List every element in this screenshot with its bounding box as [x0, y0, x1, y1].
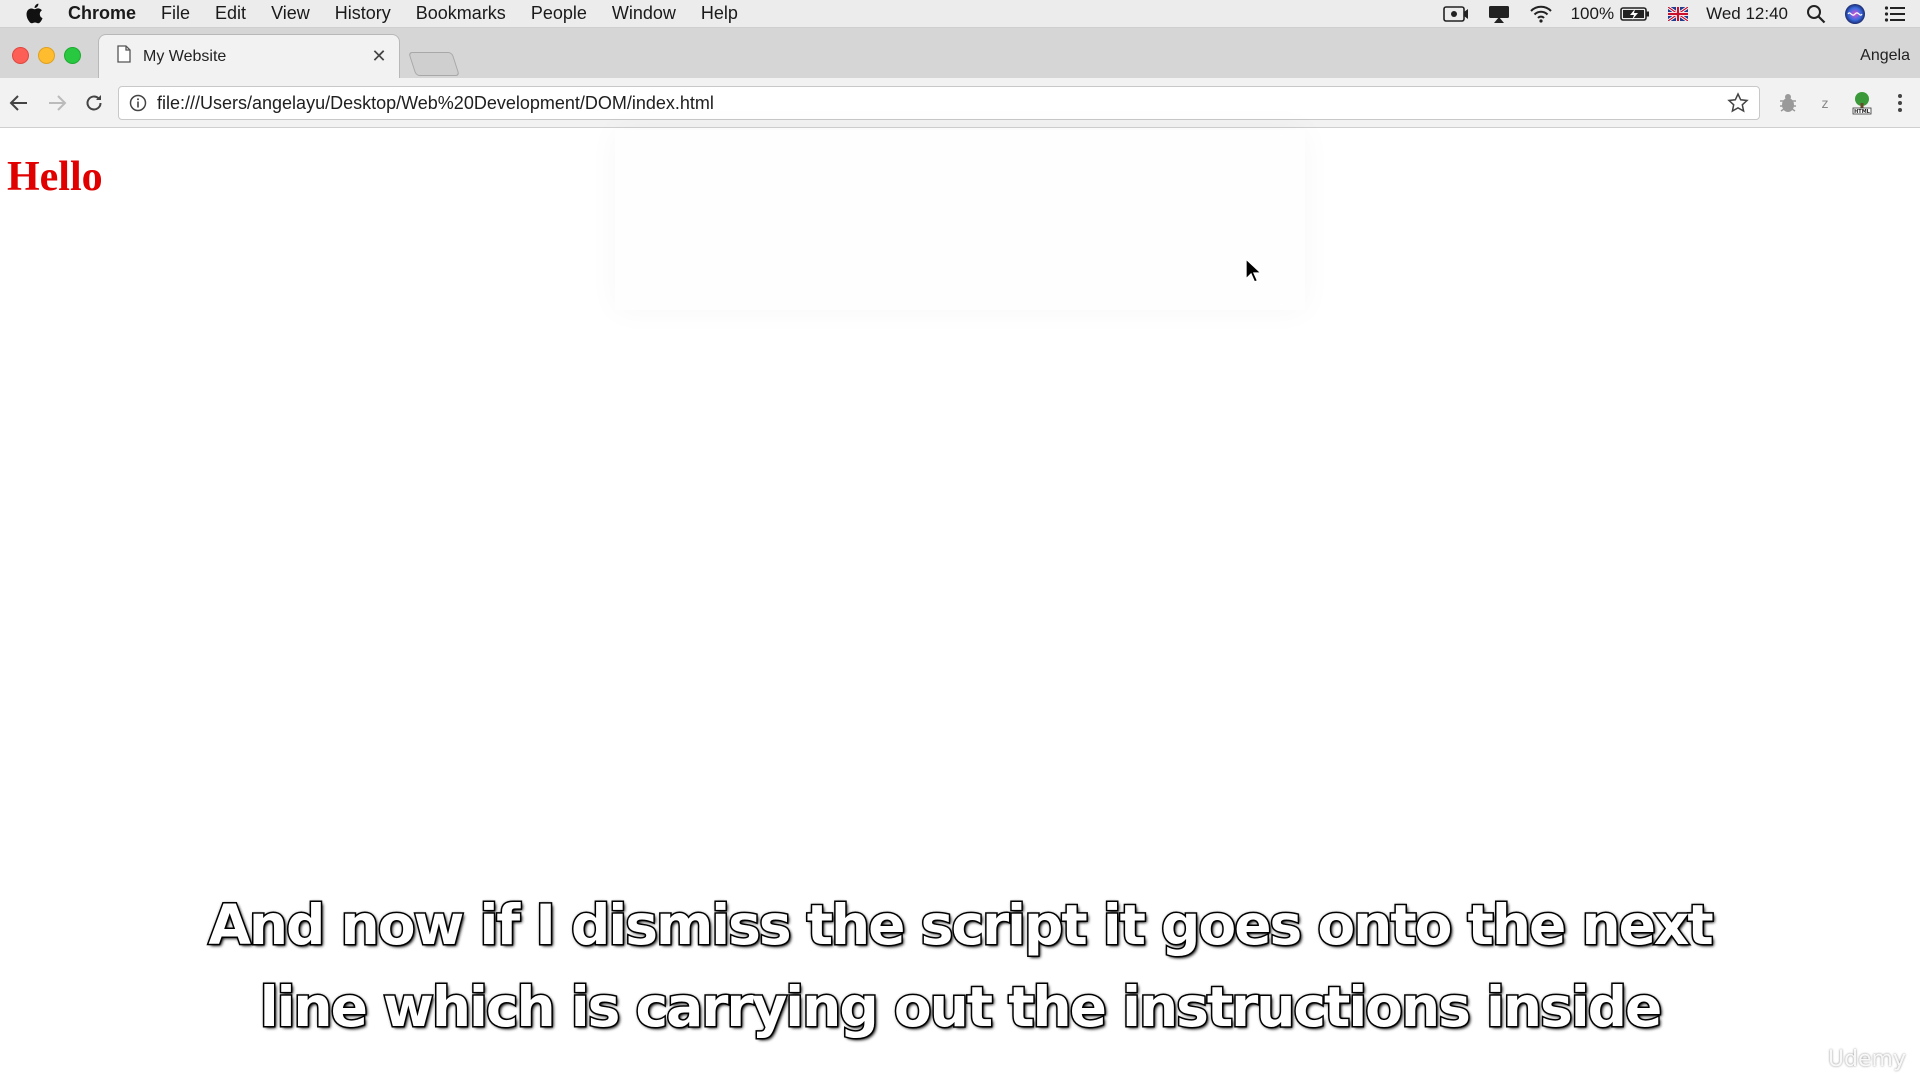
- wifi-icon[interactable]: [1529, 5, 1553, 23]
- window-zoom-button[interactable]: [64, 47, 81, 64]
- back-arrow-icon[interactable]: [6, 90, 32, 116]
- battery-percent: 100%: [1570, 4, 1615, 23]
- screen-record-icon[interactable]: [1442, 5, 1469, 23]
- menu-help[interactable]: Help: [701, 3, 738, 24]
- bug-extension-icon[interactable]: [1776, 91, 1800, 115]
- apple-logo-icon[interactable]: [20, 0, 48, 28]
- subtitle-line-1: And now if I dismiss the script it goes …: [207, 892, 1715, 959]
- page-document-icon: [117, 45, 131, 68]
- menu-app-chrome[interactable]: Chrome: [68, 3, 136, 24]
- battery-charging-icon[interactable]: [1620, 6, 1650, 22]
- chrome-menu-icon[interactable]: [1888, 91, 1912, 115]
- html-tree-extension-icon[interactable]: HTML: [1850, 91, 1874, 115]
- menu-bookmarks[interactable]: Bookmarks: [416, 3, 506, 24]
- url-text[interactable]: file:///Users/angelayu/Desktop/Web%20Dev…: [157, 93, 1727, 114]
- window-close-button[interactable]: [12, 47, 29, 64]
- info-icon[interactable]: [129, 94, 147, 112]
- menu-history[interactable]: History: [335, 3, 391, 24]
- browser-tab-strip: My Website ✕ Angela: [0, 28, 1920, 78]
- menu-window[interactable]: Window: [612, 3, 676, 24]
- udemy-watermark: Udemy: [1827, 1047, 1906, 1072]
- menu-file[interactable]: File: [161, 3, 190, 24]
- menu-bar-status-area: 100% Wed 12:40: [1425, 0, 1906, 28]
- mouse-pointer-icon: [1245, 257, 1263, 289]
- bookmark-star-icon[interactable]: [1727, 92, 1749, 114]
- macos-menu-bar: Chrome File Edit View History Bookmarks …: [0, 0, 1920, 28]
- menu-view[interactable]: View: [271, 3, 310, 24]
- faded-alert-dialog: [615, 130, 1305, 310]
- reload-icon[interactable]: [81, 90, 107, 116]
- spotlight-search-icon[interactable]: [1806, 4, 1826, 24]
- new-tab-button[interactable]: [408, 52, 460, 76]
- svg-text:HTML: HTML: [1854, 109, 1871, 115]
- profile-name[interactable]: Angela: [1860, 47, 1910, 65]
- page-heading: Hello: [7, 154, 103, 200]
- tab-title: My Website: [143, 47, 227, 65]
- tab-close-icon[interactable]: ✕: [369, 46, 389, 67]
- forward-arrow-icon[interactable]: [44, 90, 70, 116]
- notification-center-icon[interactable]: [1884, 5, 1906, 23]
- uk-flag-icon[interactable]: [1668, 7, 1689, 21]
- siri-icon[interactable]: [1844, 3, 1866, 25]
- clock[interactable]: Wed 12:40: [1706, 4, 1788, 24]
- browser-toolbar: file:///Users/angelayu/Desktop/Web%20Dev…: [0, 78, 1920, 128]
- z-extension-icon[interactable]: z: [1813, 91, 1837, 115]
- subtitle-line-2: line which is carrying out the instructi…: [258, 974, 1664, 1041]
- menu-edit[interactable]: Edit: [215, 3, 246, 24]
- address-bar[interactable]: file:///Users/angelayu/Desktop/Web%20Dev…: [118, 86, 1760, 120]
- window-minimize-button[interactable]: [38, 47, 55, 64]
- tab-my-website[interactable]: My Website ✕: [98, 34, 400, 78]
- airplay-display-icon[interactable]: [1487, 4, 1511, 24]
- menu-people[interactable]: People: [531, 3, 587, 24]
